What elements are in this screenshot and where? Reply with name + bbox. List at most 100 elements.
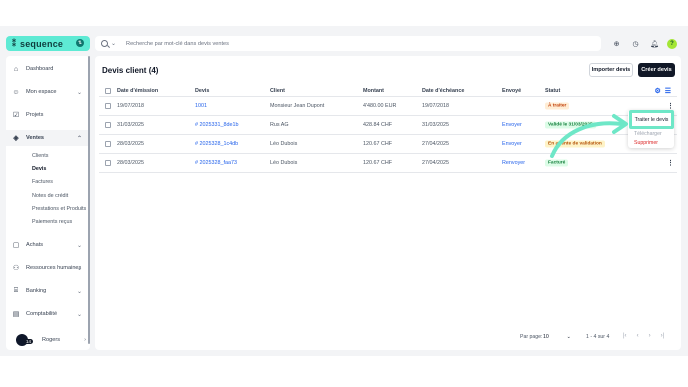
sidebar-item-label: Projets — [26, 112, 44, 118]
sidebar-item-dashboard[interactable]: ⌂ Dashboard — [6, 61, 90, 77]
company-switch-icon[interactable]: ⇅ — [76, 39, 84, 47]
cell-echeance: 27/04/2025 — [422, 141, 449, 147]
col-date-emission[interactable]: Date d'émission — [117, 88, 158, 94]
sidebar-item-label: Mon espace — [26, 89, 57, 95]
page-title: Devis client (4) — [102, 66, 159, 75]
cell-montant: 428.84 CHF — [363, 122, 393, 128]
send-link[interactable]: Envoyer — [502, 122, 522, 128]
bell-icon[interactable]: 🔔︎ — [648, 37, 661, 50]
top-icons: ⊕ ◷ 🔔︎ ? — [610, 37, 677, 50]
sidebar-item-label: Banking — [26, 288, 47, 294]
import-devis-button[interactable]: Importer devis — [589, 63, 633, 77]
people-icon: ⚇ — [12, 265, 20, 272]
resend-link[interactable]: Renvoyer — [502, 160, 525, 166]
cell-montant: 120.67 CHF — [363, 141, 393, 147]
sidebar-item-label: Dashboard — [26, 66, 54, 72]
bank-icon: ⌸ — [13, 287, 19, 294]
cell-montant: 4'480.00 EUR — [363, 103, 397, 109]
col-montant[interactable]: Montant — [363, 88, 384, 94]
add-icon[interactable]: ⊕ — [610, 37, 623, 50]
search-input[interactable]: Recherche par mot-clé dans devis ventes — [126, 41, 229, 47]
bag-icon: ▢ — [12, 242, 20, 249]
next-page-icon[interactable]: › — [649, 333, 651, 339]
sidebar-item-projets[interactable]: ☑ Projets — [6, 107, 90, 123]
annotation-arrow — [550, 114, 628, 158]
sidebar-item-ventes[interactable]: ◈ Ventes ⌃ — [6, 130, 90, 146]
create-devis-button[interactable]: Créer devis — [638, 63, 675, 77]
avatar: 14 — [16, 334, 34, 346]
status-badge: Facturé — [545, 159, 569, 167]
cell-devis-link[interactable]: # 2025331_8de1b — [195, 122, 238, 128]
cell-devis-link[interactable]: 1001 — [195, 103, 207, 109]
row-checkbox[interactable] — [105, 160, 111, 166]
settings-icon[interactable]: ⚙ — [654, 87, 660, 95]
tag-icon: ◈ — [13, 135, 19, 142]
cell-client: Rus AG — [270, 122, 289, 128]
col-devis[interactable]: Devis — [195, 88, 209, 94]
more-icon[interactable]: ⋮ — [667, 159, 674, 167]
search-bar[interactable]: ⌄ Recherche par mot-clé dans devis vente… — [95, 36, 601, 51]
user-menu[interactable]: 14 Rogers › — [12, 333, 88, 347]
per-page-select[interactable]: 10 ⌄ — [543, 332, 571, 341]
chevron-right-icon: › — [84, 337, 86, 343]
sidebar-item-achats[interactable]: ▢ Achats ⌄ — [6, 237, 90, 253]
cell-client: Monsieur Jean Dupont — [270, 103, 325, 109]
clock-icon[interactable]: ◷ — [629, 37, 642, 50]
col-statut[interactable]: Statut — [545, 88, 560, 94]
row-checkbox[interactable] — [105, 122, 111, 128]
menu-item-partial[interactable]: Télécharger — [634, 131, 662, 137]
chevron-down-icon: ⌄ — [76, 288, 82, 295]
last-page-icon[interactable]: ›| — [661, 333, 665, 339]
user-name: Rogers — [42, 337, 61, 343]
per-page-label: Par page: — [520, 334, 543, 340]
pagination-range: 1 - 4 sur 4 — [586, 334, 610, 340]
cell-date: 19/07/2018 — [117, 103, 144, 109]
sidebar-sub-prestations[interactable]: Prestations et Produits — [32, 206, 86, 212]
sidebar-scrollbar[interactable] — [88, 56, 90, 344]
cell-echeance: 27/04/2025 — [422, 160, 449, 166]
col-client[interactable]: Client — [270, 88, 285, 94]
table-header: Date d'émission Devis Client Montant Dat… — [99, 85, 677, 97]
logo-icon: ⁑ — [12, 39, 16, 48]
logo[interactable]: ⁑ sequence ⇅ — [6, 36, 90, 51]
sidebar-sub-paiements[interactable]: Paiements reçus — [32, 219, 72, 225]
sidebar-sub-factures[interactable]: Factures — [32, 179, 53, 185]
sidebar-sub-devis[interactable]: Devis — [32, 166, 46, 172]
calculator-icon: ▤ — [12, 311, 20, 318]
prev-page-icon[interactable]: ‹ — [637, 333, 639, 339]
sidebar-sub-notes-credit[interactable]: Notes de crédit — [32, 193, 68, 199]
cell-devis-link[interactable]: # 2025328_faa73 — [195, 160, 237, 166]
more-icon[interactable]: ⋮ — [667, 102, 674, 110]
row-checkbox[interactable] — [105, 141, 111, 147]
cell-devis-link[interactable]: # 2025328_1c4db — [195, 141, 238, 147]
sidebar-item-label: Comptabilité — [26, 311, 58, 317]
logo-text: sequence — [20, 38, 64, 49]
col-echeance[interactable]: Date d'échéance — [422, 88, 464, 94]
sidebar-item-label: Ressources humaines — [26, 265, 82, 271]
table-header-icons: ⚙ ☰ — [654, 87, 671, 95]
sidebar-item-rh[interactable]: ⚇ Ressources humaines ⌄ — [6, 260, 90, 276]
row-checkbox[interactable] — [105, 103, 111, 109]
cell-echeance: 31/03/2025 — [422, 122, 449, 128]
chevron-down-icon[interactable]: ⌄ — [111, 40, 116, 47]
cell-date: 31/03/2025 — [117, 122, 144, 128]
help-icon[interactable]: ? — [667, 38, 677, 49]
filter-icon[interactable]: ☰ — [665, 87, 671, 95]
col-envoye[interactable]: Envoyé — [502, 88, 521, 94]
chevron-down-icon: ⌄ — [566, 333, 571, 340]
chevron-down-icon: ⌄ — [76, 242, 82, 249]
sidebar-sub-clients[interactable]: Clients — [32, 153, 48, 159]
menu-item-traiter-devis[interactable]: Traiter le devis — [629, 110, 674, 129]
select-all-checkbox[interactable] — [105, 87, 111, 94]
pagination-arrows: |‹ ‹ › ›| — [623, 333, 664, 339]
cell-client: Léo Dubois — [270, 160, 298, 166]
send-link[interactable]: Envoyer — [502, 141, 522, 147]
cell-echeance: 19/07/2018 — [422, 103, 449, 109]
chevron-down-icon: ⌄ — [76, 311, 82, 318]
menu-item-delete[interactable]: Supprimer — [634, 140, 658, 146]
sidebar-item-banking[interactable]: ⌸ Banking ⌄ — [6, 283, 90, 299]
first-page-icon[interactable]: |‹ — [623, 333, 627, 339]
sidebar-item-comptabilite[interactable]: ▤ Comptabilité ⌄ — [6, 306, 90, 322]
sidebar-item-mon-espace[interactable]: ☺ Mon espace ⌄ — [6, 84, 90, 100]
home-icon: ⌂ — [13, 65, 19, 73]
